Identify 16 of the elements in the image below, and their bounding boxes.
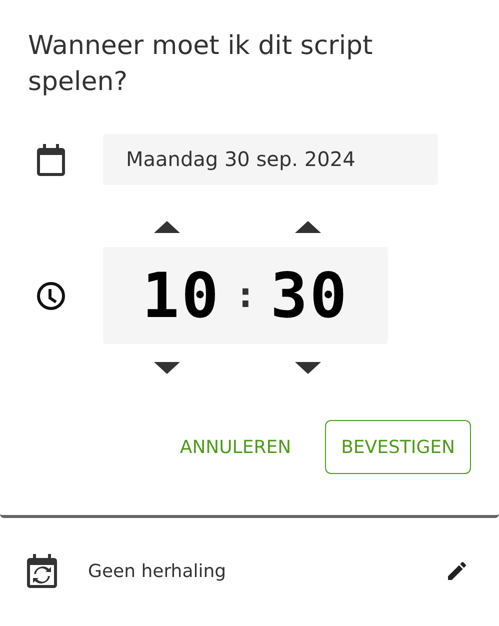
date-field[interactable]: Maandag 30 sep. 2024 <box>103 134 438 185</box>
minutes-field[interactable]: 30 <box>270 259 349 332</box>
time-separator: : <box>234 275 256 316</box>
dialog-title: Wanneer moet ik dit script spelen? <box>28 30 374 99</box>
edit-icon[interactable] <box>445 559 469 583</box>
clock-icon <box>36 280 66 310</box>
caret-down-icon[interactable] <box>154 362 180 374</box>
caret-down-icon[interactable] <box>295 362 321 374</box>
caret-up-icon[interactable] <box>295 221 321 233</box>
cancel-button[interactable]: ANNULEREN <box>164 420 308 474</box>
calendar-icon <box>36 144 66 176</box>
repeat-label: Geen herhaling <box>88 560 228 582</box>
confirm-button[interactable]: BEVESTIGEN <box>325 420 471 474</box>
caret-up-icon[interactable] <box>154 221 180 233</box>
hours-field[interactable]: 10 <box>142 259 221 332</box>
repeat-calendar-icon <box>27 554 57 588</box>
